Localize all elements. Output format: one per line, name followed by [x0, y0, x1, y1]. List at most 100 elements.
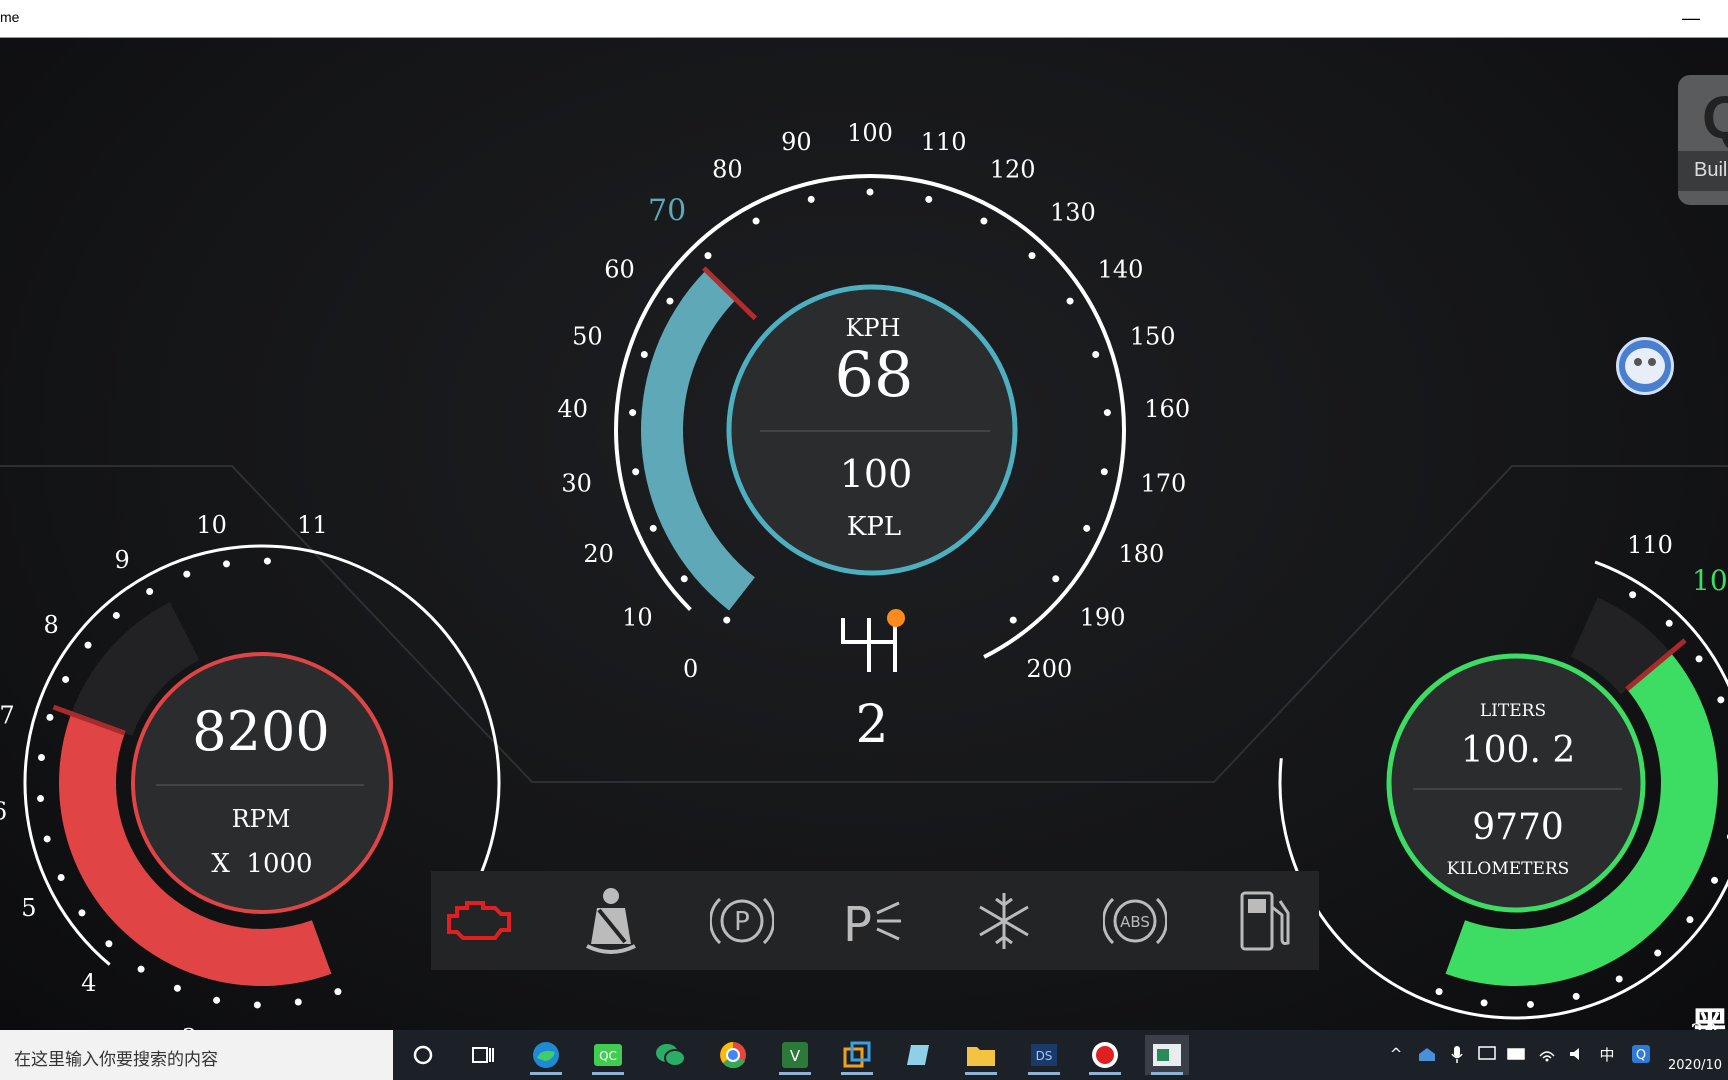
rpm-tick-label: 9 — [114, 546, 129, 574]
minimize-button[interactable]: — — [1676, 4, 1706, 32]
speed-tick-label: 0 — [683, 655, 698, 683]
wechat-icon[interactable] — [648, 1035, 692, 1075]
qt-creator-taskbar-icon[interactable]: QC — [586, 1035, 630, 1075]
gear-indicator-dot — [887, 609, 905, 627]
warning-lights-panel: P P ABS — [431, 871, 1319, 970]
rpm-tick-dot — [173, 984, 181, 992]
speed-tick-dot — [1092, 350, 1100, 358]
chrome-icon[interactable] — [711, 1035, 755, 1075]
speed-tick-dot — [1083, 524, 1091, 532]
tray-chevron-icon[interactable]: ^ — [1385, 1043, 1407, 1065]
speed-tick-dot — [629, 409, 637, 417]
abs-icon: ABS — [1090, 881, 1180, 961]
dashboard-stage: 0 10 20 30 40 50 60 70 80 90 100 110 120 130 140 150 160… — [0, 38, 1728, 1030]
speed-tick-dot — [1009, 616, 1017, 624]
speed-tick-label: 180 — [1118, 540, 1164, 568]
speed-tick-dot — [649, 524, 657, 532]
speed-tick-dot — [1100, 468, 1108, 476]
speed-tick-label: 90 — [781, 128, 812, 156]
ds-icon[interactable]: DS — [1022, 1035, 1066, 1075]
file-explorer-icon[interactable] — [959, 1035, 1003, 1075]
rpm-tick-dot — [84, 641, 92, 649]
notes-icon[interactable] — [897, 1035, 941, 1075]
rpm-tick-label: 6 — [0, 798, 7, 826]
fuel-tick-110: 110 — [1627, 531, 1673, 559]
speed-value: 68 — [835, 338, 914, 411]
window-title: me — [0, 9, 20, 25]
speed-tick-label: 110 — [921, 128, 967, 156]
tray-display-icon[interactable] — [1476, 1043, 1498, 1065]
frost-warning-icon — [959, 881, 1049, 961]
qt-logo-icon: Q — [1702, 84, 1728, 151]
gear-value: 2 — [855, 695, 888, 755]
rpm-tick-dot — [146, 588, 154, 596]
fuel-tick-dot — [1629, 591, 1637, 599]
fuel-tick-dot — [1654, 949, 1662, 957]
rpm-unit: RPM — [232, 805, 291, 833]
speed-tick-dot — [1052, 575, 1060, 583]
parking-brake-icon: P — [697, 881, 787, 961]
rpm-tick-dot — [46, 713, 54, 721]
tray-battery-icon[interactable] — [1506, 1043, 1528, 1065]
speed-tick-label: 50 — [572, 322, 603, 350]
speed-tick-dot — [640, 350, 648, 358]
speed-tick-dot — [752, 217, 760, 225]
cortana-icon[interactable] — [401, 1035, 445, 1075]
parking-lights-icon: P — [828, 881, 918, 961]
rpm-tick-dot — [37, 753, 45, 761]
record-icon[interactable] — [1083, 1035, 1127, 1075]
tray-ime-indicator[interactable]: 中 — [1596, 1043, 1618, 1065]
dashboard-app-icon[interactable] — [1145, 1035, 1189, 1075]
rpm-tick-dot — [183, 570, 191, 578]
speed-unit-bottom: KPL — [847, 512, 901, 542]
rpm-tick-dot — [213, 996, 221, 1004]
rpm-tick-dot — [57, 874, 65, 882]
speed-tick-label: 120 — [990, 155, 1036, 183]
efficiency-value: 100 — [840, 452, 913, 496]
speed-tick-label: 20 — [583, 540, 614, 568]
visual-studio-icon[interactable]: V — [773, 1035, 817, 1075]
fuel-tick-dot — [1665, 619, 1673, 627]
svg-text:ABS: ABS — [1120, 913, 1150, 931]
app-stack-icon[interactable] — [835, 1035, 879, 1075]
tray-mic-icon[interactable] — [1446, 1043, 1468, 1065]
speed-tick-label: 150 — [1130, 322, 1176, 350]
assistant-avatar-icon[interactable] — [1616, 337, 1674, 395]
km-label: KILOMETERS — [1447, 859, 1570, 879]
tray-qq-icon[interactable]: Q — [1630, 1043, 1652, 1065]
fuel-tick-highlight: 10 — [1692, 564, 1728, 597]
fuel-tick-dot — [1717, 696, 1725, 704]
rpm-tick-dot — [137, 965, 145, 973]
speed-tick-dot — [704, 252, 712, 260]
speed-tick-label: 200 — [1026, 655, 1072, 683]
liters-label: LITERS — [1480, 701, 1546, 721]
rpm-tick-label: 11 — [297, 511, 328, 539]
speed-tick-dot — [666, 297, 674, 305]
seatbelt-icon — [566, 881, 656, 961]
edge-icon[interactable] — [524, 1035, 568, 1075]
speed-tick-label: 160 — [1144, 395, 1190, 423]
fuel-tick-dot — [1572, 992, 1580, 1000]
taskbar-search-input[interactable]: 在这里输入你要搜索的内容 — [0, 1030, 393, 1080]
rpm-tick-dot — [263, 557, 271, 565]
task-view-icon[interactable] — [461, 1035, 505, 1075]
speed-tick-label: 170 — [1140, 469, 1186, 497]
rpm-multiplier: X 1000 — [211, 849, 312, 879]
tray-network-icon[interactable] — [1416, 1043, 1438, 1065]
svg-text:P: P — [843, 897, 872, 949]
rpm-tick-dot — [43, 835, 51, 843]
speed-tick-label: 60 — [604, 256, 635, 284]
tray-wifi-icon[interactable] — [1536, 1043, 1558, 1065]
taskbar: 在这里输入你要搜索的内容 QC V DS ^ 中 Q 2020/10 — [0, 1030, 1728, 1080]
tray-volume-icon[interactable] — [1566, 1043, 1588, 1065]
rpm-tick-dot — [105, 940, 113, 948]
speed-tick-dot — [1028, 252, 1036, 260]
rpm-tick-dot — [112, 611, 120, 619]
rpm-tick-dot — [62, 675, 70, 683]
taskbar-clock[interactable]: 2020/10 — [1668, 1058, 1722, 1073]
rpm-tick-dot — [334, 988, 342, 996]
qt-creator-badge[interactable]: Q Buil — [1678, 75, 1728, 205]
speed-tick-label: 80 — [712, 155, 743, 183]
fuel-tick-dot — [1526, 1000, 1534, 1008]
rpm-tick-dot — [294, 998, 302, 1006]
